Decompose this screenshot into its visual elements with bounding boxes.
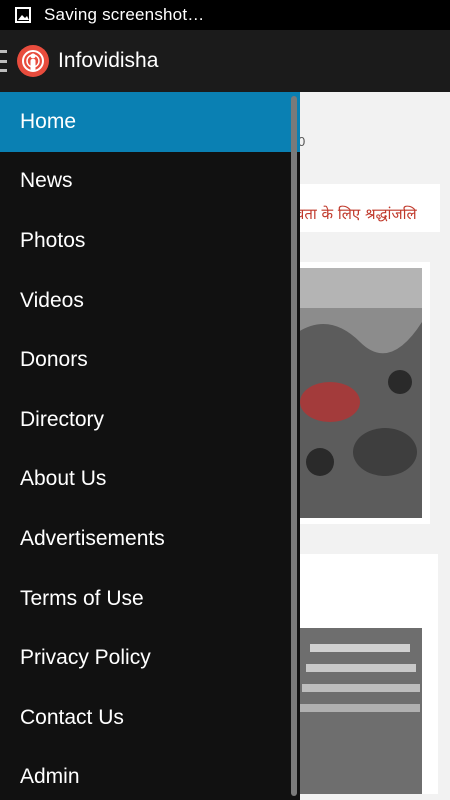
drawer-item-directory[interactable]: Directory [0,390,300,450]
drawer-item-donors[interactable]: Donors [0,330,300,390]
drawer-item-photos[interactable]: Photos [0,211,300,271]
navigation-drawer: Home News Photos Videos Donors Directory… [0,92,300,800]
drawer-item-label: Photos [20,228,86,252]
news-card-2[interactable] [290,554,438,794]
news-photo [290,262,430,524]
drawer-item-videos[interactable]: Videos [0,271,300,331]
news-photo-2 [290,554,438,794]
drawer-item-contact-us[interactable]: Contact Us [0,688,300,748]
drawer-item-home[interactable]: Home [0,92,300,152]
drawer-item-news[interactable]: News [0,152,300,212]
drawer-item-privacy-policy[interactable]: Privacy Policy [0,628,300,688]
drawer-item-label: Directory [20,407,105,431]
status-bar: Saving screenshot… [0,0,450,30]
image-icon [14,6,32,24]
drawer-item-label: Videos [20,288,84,312]
news-image-card[interactable] [290,262,430,524]
status-text: Saving screenshot… [44,5,205,24]
app-title: Infovidisha [58,49,159,72]
app-bar: Infovidisha [0,30,450,92]
news-headline[interactable]: वता के लिए श्रद्धांजलि [296,204,417,224]
drawer-item-label: Privacy Policy [20,646,151,670]
drawer-item-terms-of-use[interactable]: Terms of Use [0,569,300,629]
drawer-item-advertisements[interactable]: Advertisements [0,509,300,569]
drawer-item-label: Home [20,109,77,133]
drawer-item-label: About Us [20,467,107,491]
drawer-item-label: News [20,169,73,193]
drawer-scrollbar[interactable] [291,96,297,796]
drawer-item-label: Contact Us [20,705,124,729]
drawer-item-label: Admin [20,765,80,789]
hamburger-icon[interactable] [0,50,8,72]
drawer-item-about-us[interactable]: About Us [0,450,300,510]
app-logo-icon [16,44,50,78]
drawer-item-admin[interactable]: Admin [0,748,300,800]
drawer-item-label: Advertisements [20,526,165,550]
drawer-item-label: Donors [20,348,88,372]
drawer-item-label: Terms of Use [20,586,144,610]
